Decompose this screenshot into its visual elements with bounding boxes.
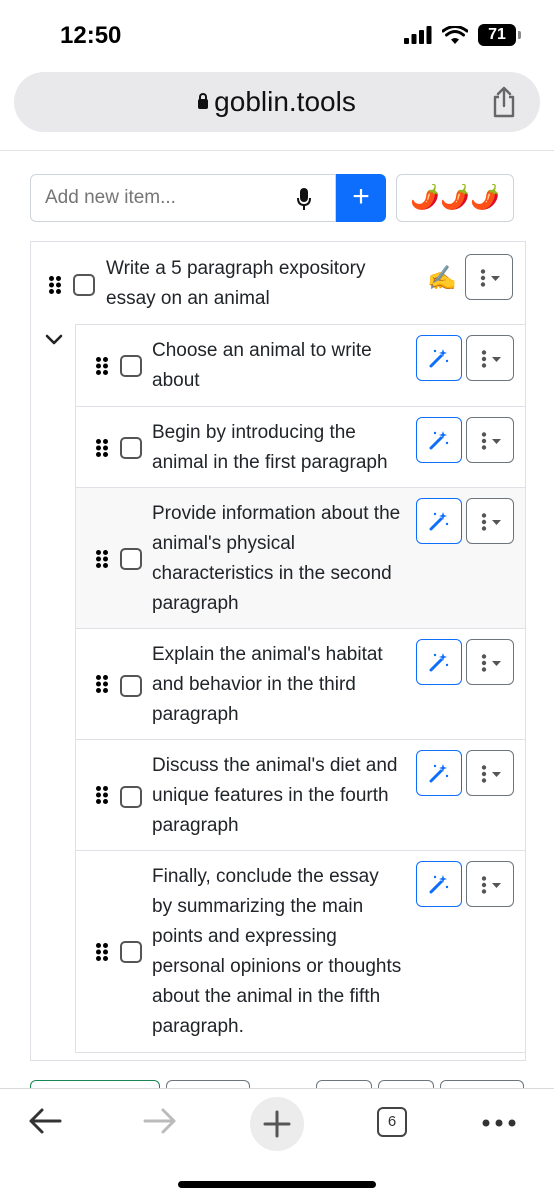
subtask-list: Choose an animal to write about Begin by…	[75, 324, 525, 1053]
subtask-text: Finally, conclude the essay by summarizi…	[152, 866, 402, 1037]
status-bar: 12:50 71	[0, 0, 554, 70]
task-list: Write a 5 paragraph expository essay on …	[30, 241, 526, 1061]
chevron-down-icon[interactable]	[45, 334, 63, 346]
signal-icon	[404, 26, 432, 44]
subtask-row: Finally, conclude the essay by summarizi…	[75, 850, 525, 1053]
subtask-row: Begin by introducing the animal in the f…	[75, 406, 525, 487]
drag-handle-icon[interactable]	[96, 675, 108, 693]
subtask-checkbox[interactable]	[120, 786, 142, 808]
magic-wand-icon	[429, 349, 449, 368]
url-text: goblin.tools	[214, 86, 356, 117]
status-icons: 71	[404, 24, 521, 46]
more-icon[interactable]	[482, 1119, 516, 1127]
subtask-menu-button[interactable]	[466, 750, 514, 796]
subtask-menu-button[interactable]	[466, 639, 514, 685]
new-tab-icon	[263, 1110, 291, 1138]
breakdown-button[interactable]	[416, 417, 462, 463]
subtask-row: Choose an animal to write about	[75, 324, 525, 406]
share-icon[interactable]	[490, 86, 518, 118]
spiciness-label: 🌶️🌶️🌶️	[410, 184, 500, 211]
subtask-menu-button[interactable]	[466, 417, 514, 463]
subtask-row: Provide information about the animal's p…	[75, 487, 525, 628]
drag-handle-icon[interactable]	[96, 943, 108, 961]
subtask-text: Discuss the animal's diet and unique fea…	[152, 755, 398, 836]
kebab-menu-icon	[481, 432, 501, 450]
breakdown-button[interactable]	[416, 861, 462, 907]
breakdown-button[interactable]	[416, 750, 462, 796]
kebab-menu-icon	[481, 765, 501, 783]
spiciness-button[interactable]: 🌶️🌶️🌶️	[396, 174, 514, 222]
main-task-text: Write a 5 paragraph expository essay on …	[106, 258, 366, 309]
kebab-menu-icon	[480, 269, 500, 287]
subtask-text: Explain the animal's habitat and behavio…	[152, 644, 383, 725]
wifi-icon	[442, 25, 468, 44]
mic-icon[interactable]	[297, 188, 311, 210]
magic-wand-icon	[429, 875, 449, 894]
subtask-checkbox[interactable]	[120, 941, 142, 963]
battery-icon: 71	[478, 24, 521, 46]
subtask-menu-button[interactable]	[466, 861, 514, 907]
drag-handle-icon[interactable]	[96, 786, 108, 804]
subtask-text: Choose an animal to write about	[152, 340, 372, 391]
subtask-checkbox[interactable]	[120, 548, 142, 570]
subtask-checkbox[interactable]	[120, 355, 142, 377]
add-item-field[interactable]	[30, 174, 336, 222]
subtask-menu-button[interactable]	[466, 335, 514, 381]
forward-arrow-icon[interactable]	[143, 1107, 177, 1135]
url-display[interactable]: goblin.tools	[14, 86, 540, 118]
status-time: 12:50	[60, 22, 122, 49]
home-indicator	[178, 1181, 376, 1188]
drag-handle-icon[interactable]	[96, 357, 108, 375]
magic-wand-icon	[429, 512, 449, 531]
subtask-text: Provide information about the animal's p…	[152, 503, 401, 614]
breakdown-button[interactable]	[416, 639, 462, 685]
main-task-emoji: ✍️	[427, 265, 457, 292]
subtask-checkbox[interactable]	[120, 437, 142, 459]
subtask-row: Discuss the animal's diet and unique fea…	[75, 739, 525, 850]
url-bar[interactable]: goblin.tools	[14, 72, 540, 132]
kebab-menu-icon	[481, 654, 501, 672]
kebab-menu-icon	[481, 513, 501, 531]
drag-handle-icon[interactable]	[49, 276, 61, 294]
back-arrow-icon[interactable]	[28, 1107, 62, 1135]
kebab-menu-icon	[481, 350, 501, 368]
breakdown-button[interactable]	[416, 498, 462, 544]
subtask-row: Explain the animal's habitat and behavio…	[75, 628, 525, 739]
magic-wand-icon	[429, 431, 449, 450]
breakdown-button[interactable]	[416, 335, 462, 381]
main-task-menu-button[interactable]	[465, 254, 513, 300]
kebab-menu-icon	[481, 876, 501, 894]
subtask-text: Begin by introducing the animal in the f…	[152, 422, 388, 473]
drag-handle-icon[interactable]	[96, 550, 108, 568]
main-task: Write a 5 paragraph expository essay on …	[31, 242, 525, 324]
add-item-button[interactable]: +	[336, 174, 386, 222]
main-task-checkbox[interactable]	[73, 274, 95, 296]
magic-wand-icon	[429, 653, 449, 672]
add-item-input[interactable]	[45, 175, 285, 221]
tab-count-button[interactable]: 6	[377, 1107, 407, 1137]
subtask-checkbox[interactable]	[120, 675, 142, 697]
new-tab-button[interactable]	[250, 1097, 304, 1151]
subtask-menu-button[interactable]	[466, 498, 514, 544]
drag-handle-icon[interactable]	[96, 439, 108, 457]
divider	[0, 150, 554, 151]
lock-icon	[198, 93, 209, 109]
magic-wand-icon	[429, 764, 449, 783]
